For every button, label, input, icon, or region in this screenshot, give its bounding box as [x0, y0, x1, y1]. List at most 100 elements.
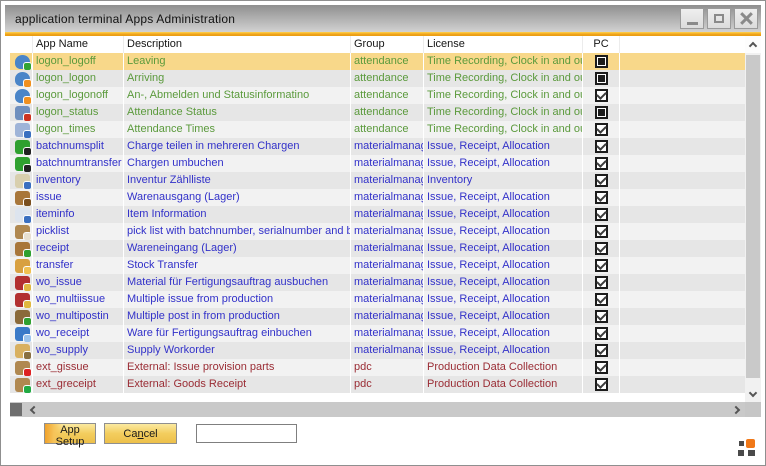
group-cell: materialmanagement — [351, 291, 424, 308]
pc-checkbox[interactable] — [595, 55, 608, 68]
app-icon-cell — [10, 138, 33, 155]
table-row[interactable]: picklistpick list with batchnumber, seri… — [10, 223, 745, 240]
row-filler — [620, 257, 745, 274]
chevron-left-icon — [29, 405, 37, 413]
table-row[interactable]: iteminfoItem Informationmaterialmanageme… — [10, 206, 745, 223]
scroll-down-button[interactable] — [745, 386, 761, 402]
column-header-pc[interactable]: PC — [583, 36, 620, 53]
app-icon-cell — [10, 189, 33, 206]
group-cell: attendance — [351, 53, 424, 70]
column-header-app-name[interactable]: App Name — [33, 36, 124, 53]
table-row[interactable]: wo_supplySupply Workordermaterialmanagem… — [10, 342, 745, 359]
license-cell: Issue, Receipt, Allocation — [424, 155, 583, 172]
table-row[interactable]: issueWarenausgang (Lager)materialmanagem… — [10, 189, 745, 206]
group-cell: materialmanagement — [351, 138, 424, 155]
pc-cell — [583, 172, 620, 189]
pc-checkbox[interactable] — [595, 140, 608, 153]
app-icon-cell — [10, 87, 33, 104]
license-cell: Time Recording, Clock in and out — [424, 70, 583, 87]
table-body: logon_logoffLeavingattendanceTime Record… — [10, 53, 745, 393]
horizontal-scroll-thumb[interactable] — [10, 403, 22, 416]
description-cell: Multiple issue from production — [124, 291, 351, 308]
pc-checkbox[interactable] — [595, 378, 608, 391]
description-cell: External: Goods Receipt — [124, 376, 351, 393]
scroll-right-button[interactable] — [729, 407, 745, 413]
table-row[interactable]: wo_issueMaterial für Fertigungsauftrag a… — [10, 274, 745, 291]
app-name-cell: batchnumtransfer — [33, 155, 124, 172]
app-setup-button[interactable]: App Setup — [44, 423, 96, 444]
pc-checkbox[interactable] — [595, 191, 608, 204]
pc-checkbox[interactable] — [595, 259, 608, 272]
titlebar[interactable]: application terminal Apps Administration — [5, 5, 761, 32]
pc-checkbox[interactable] — [595, 72, 608, 85]
row-filler — [620, 308, 745, 325]
column-header-group[interactable]: Group — [351, 36, 424, 53]
group-cell: pdc — [351, 376, 424, 393]
minimize-button[interactable] — [680, 8, 704, 29]
row-filler — [620, 172, 745, 189]
column-header-description[interactable]: Description — [124, 36, 351, 53]
pc-checkbox[interactable] — [595, 208, 608, 221]
table-row[interactable]: batchnumsplitCharge teilen in mehreren C… — [10, 138, 745, 155]
pc-checkbox[interactable] — [595, 106, 608, 119]
scroll-left-button[interactable] — [24, 407, 40, 413]
pc-checkbox[interactable] — [595, 361, 608, 374]
table-row[interactable]: transferStock Transfermaterialmanagement… — [10, 257, 745, 274]
stock-transfer-icon — [15, 259, 30, 273]
table-row[interactable]: receiptWareneingang (Lager)materialmanag… — [10, 240, 745, 257]
pc-checkbox[interactable] — [595, 327, 608, 340]
pc-checkbox[interactable] — [595, 310, 608, 323]
description-cell: Warenausgang (Lager) — [124, 189, 351, 206]
table-row[interactable]: logon_logoffLeavingattendanceTime Record… — [10, 53, 745, 70]
horizontal-scrollbar-row — [10, 402, 761, 417]
pc-cell — [583, 342, 620, 359]
scroll-up-button[interactable] — [745, 36, 761, 53]
column-header-license[interactable]: License — [424, 36, 583, 53]
table-row[interactable]: logon_timesAttendance TimesattendanceTim… — [10, 121, 745, 138]
scrollbar-corner — [745, 402, 761, 417]
row-filler — [620, 325, 745, 342]
pc-checkbox[interactable] — [595, 242, 608, 255]
workorder-issue-icon — [15, 276, 30, 290]
close-button[interactable] — [734, 8, 758, 29]
table-row[interactable]: batchnumtransferChargen umbuchenmaterial… — [10, 155, 745, 172]
horizontal-scrollbar[interactable] — [10, 402, 745, 417]
table-row[interactable]: logon_statusAttendance StatusattendanceT… — [10, 104, 745, 121]
resize-grip-icon[interactable] — [738, 439, 755, 456]
pc-checkbox[interactable] — [595, 276, 608, 289]
pc-cell — [583, 359, 620, 376]
description-cell: Stock Transfer — [124, 257, 351, 274]
table-row[interactable]: inventoryInventur Zähllistematerialmanag… — [10, 172, 745, 189]
table-row[interactable]: logon_logonArrivingattendanceTime Record… — [10, 70, 745, 87]
pc-checkbox[interactable] — [595, 89, 608, 102]
pc-checkbox[interactable] — [595, 225, 608, 238]
description-cell: Charge teilen in mehreren Chargen — [124, 138, 351, 155]
vertical-scroll-thumb[interactable] — [746, 55, 760, 378]
maximize-button[interactable] — [707, 8, 731, 29]
table-row[interactable]: wo_receiptWare für Fertigungsauftrag ein… — [10, 325, 745, 342]
pc-checkbox[interactable] — [595, 157, 608, 170]
table-row[interactable]: ext_gissueExternal: Issue provision part… — [10, 359, 745, 376]
pc-checkbox[interactable] — [595, 344, 608, 357]
table-row[interactable]: wo_multiissueMultiple issue from product… — [10, 291, 745, 308]
cancel-button[interactable]: Cancel — [104, 423, 177, 444]
chevron-up-icon — [749, 42, 757, 50]
goods-receipt-icon — [15, 242, 30, 256]
group-cell: materialmanagement — [351, 206, 424, 223]
vertical-scroll-track[interactable] — [745, 53, 761, 386]
license-cell: Production Data Collection — [424, 376, 583, 393]
table-row[interactable]: wo_multipostinMultiple post in from prod… — [10, 308, 745, 325]
pc-checkbox[interactable] — [595, 174, 608, 187]
description-cell: External: Issue provision parts — [124, 359, 351, 376]
table-row[interactable]: ext_greceiptExternal: Goods ReceiptpdcPr… — [10, 376, 745, 393]
group-cell: materialmanagement — [351, 189, 424, 206]
license-cell: Time Recording, Clock in and out — [424, 53, 583, 70]
footer-bar: App Setup Cancel — [5, 417, 761, 461]
pc-checkbox[interactable] — [595, 123, 608, 136]
table-row[interactable]: logon_logonoffAn-, Abmelden und Statusin… — [10, 87, 745, 104]
row-filler — [620, 376, 745, 393]
vertical-scrollbar[interactable] — [745, 36, 761, 402]
description-cell: Attendance Status — [124, 104, 351, 121]
pc-checkbox[interactable] — [595, 293, 608, 306]
footer-text-input[interactable] — [196, 424, 297, 443]
